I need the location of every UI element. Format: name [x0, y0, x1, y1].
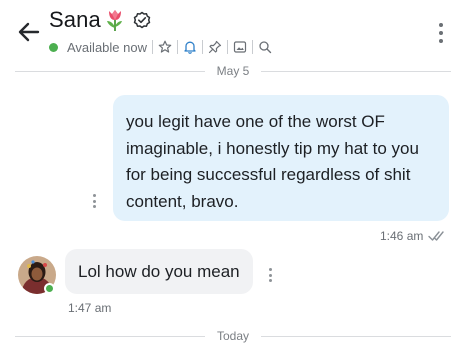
- more-options-icon[interactable]: [434, 20, 448, 46]
- back-arrow-icon[interactable]: [14, 17, 44, 47]
- search-icon[interactable]: [258, 40, 272, 54]
- separator: [226, 40, 228, 54]
- date-divider: Today: [0, 328, 466, 344]
- incoming-message-bubble[interactable]: Lol how do you mean: [65, 249, 253, 294]
- media-icon[interactable]: [233, 40, 247, 54]
- message-options-icon[interactable]: [269, 268, 273, 282]
- outgoing-message-bubble[interactable]: you legit have one of the worst OF imagi…: [113, 95, 449, 221]
- pin-icon[interactable]: [208, 40, 222, 54]
- verified-check-icon: [133, 11, 151, 29]
- separator: [201, 40, 203, 54]
- chat-header: Sana Available now: [0, 0, 466, 62]
- double-check-icon: [428, 231, 445, 241]
- online-status-dot: [44, 283, 55, 294]
- status-row: Available now: [49, 38, 272, 56]
- message-timestamp: 1:47 am: [68, 301, 112, 315]
- separator: [251, 40, 253, 54]
- availability-status: Available now: [67, 39, 147, 55]
- date-divider-label: May 5: [216, 64, 250, 78]
- message-meta: 1:46 am: [380, 229, 448, 243]
- message-text: you legit have one of the worst OF imagi…: [126, 112, 419, 211]
- separator: [176, 40, 178, 54]
- contact-name: Sana: [49, 7, 101, 32]
- contact-title[interactable]: Sana: [49, 6, 151, 34]
- tulip-icon: [106, 10, 122, 31]
- avatar[interactable]: [18, 256, 56, 294]
- message-timestamp: 1:46 am: [380, 229, 424, 243]
- message-text: Lol how do you mean: [78, 261, 240, 281]
- star-icon[interactable]: [158, 40, 172, 54]
- date-divider: May 5: [0, 63, 466, 79]
- date-divider-label: Today: [216, 329, 250, 343]
- separator: [151, 40, 153, 54]
- message-options-icon[interactable]: [93, 194, 97, 208]
- bell-icon[interactable]: [183, 40, 197, 54]
- online-status-dot: [49, 42, 58, 52]
